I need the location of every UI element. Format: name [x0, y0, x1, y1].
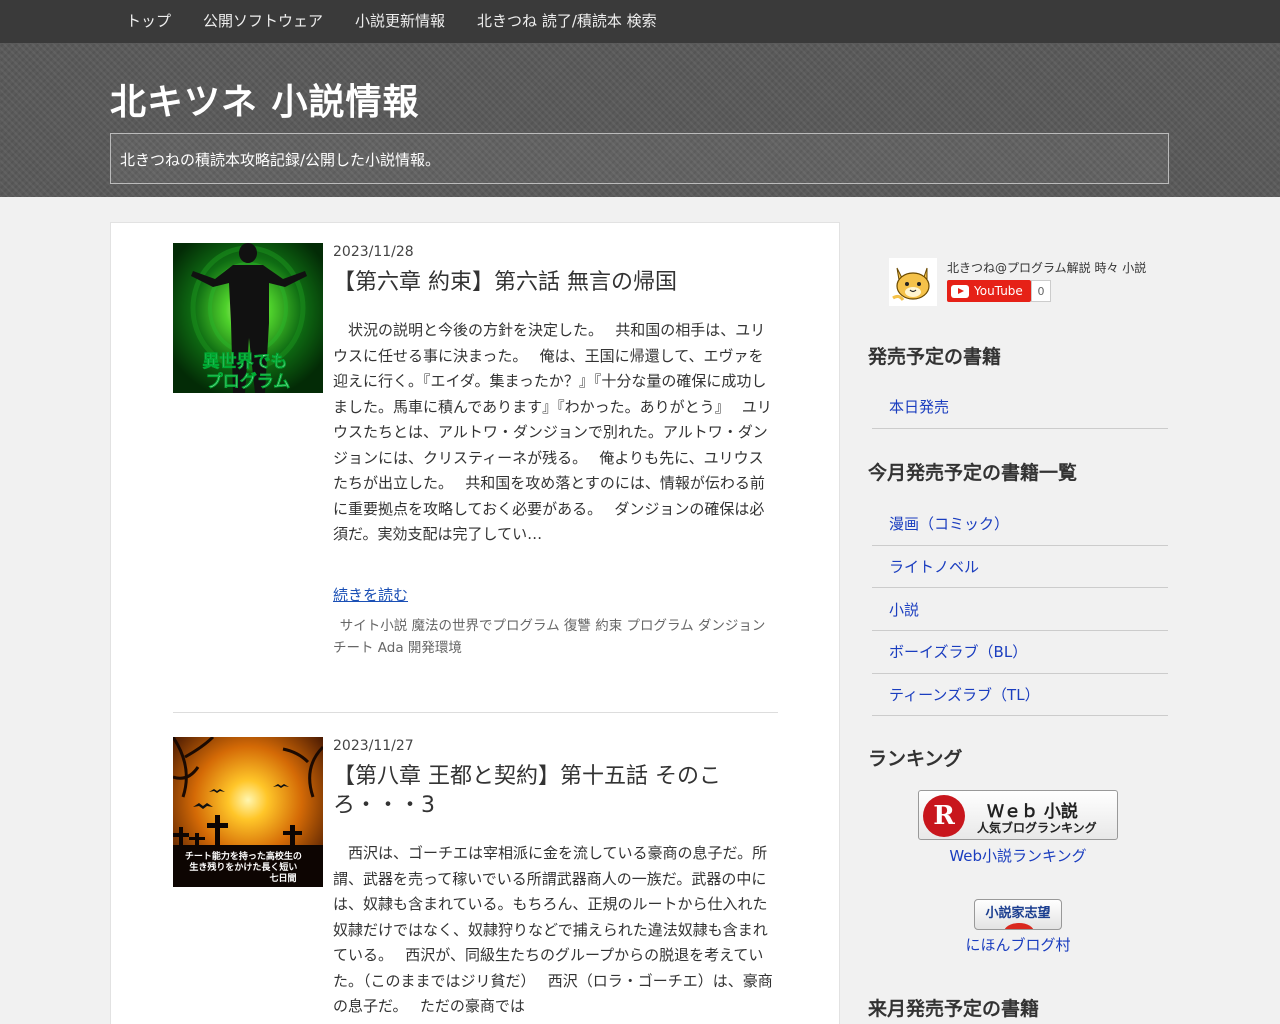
thumb-caption: 異世界でも プログラム [203, 352, 294, 392]
read-more-link[interactable]: 続きを読む [333, 584, 408, 605]
widget-title-ranking: ランキング [868, 748, 963, 770]
this-month-books-list: 漫画（コミック） ライトノベル 小説 ボーイズラブ（BL） ティーンズラブ（TL… [872, 503, 1168, 717]
widget-title-next-month: 来月発売予定の書籍 [868, 998, 1040, 1020]
list-item: 本日発売 [872, 386, 1168, 429]
nihon-blog-mura-link[interactable]: にほんブログ村 [868, 934, 1168, 955]
post-thumbnail[interactable]: チート能力を持った高校生の 生き残りをかけた長く短い 七日間 [173, 737, 323, 887]
link-today-release[interactable]: 本日発売 [889, 396, 949, 417]
nav-item-book-search[interactable]: 北きつね 読了/積読本 検索 [461, 0, 673, 43]
link-manga[interactable]: 漫画（コミック） [889, 513, 1009, 534]
youtube-subscribe-widget: 北きつね@プログラム解説 時々 小説 YouTube 0 [889, 258, 1169, 308]
channel-avatar[interactable] [889, 258, 937, 306]
top-nav: トップ 公開ソフトウェア 小説更新情報 北きつね 読了/積読本 検索 [0, 0, 1280, 43]
widget-title-upcoming: 発売予定の書籍 [868, 346, 1002, 368]
graveyard-image: チート能力を持った高校生の 生き残りをかけた長く短い 七日間 [173, 737, 323, 887]
web-novel-ranking-link[interactable]: Web小説ランキング [868, 845, 1168, 866]
nav-item-novel-updates[interactable]: 小説更新情報 [339, 0, 461, 43]
upcoming-books-list: 本日発売 [872, 386, 1168, 429]
link-boys-love[interactable]: ボーイズラブ（BL） [889, 641, 1027, 662]
list-item: ライトノベル [872, 546, 1168, 589]
blog-ranking-banner[interactable]: R Ｗｅｂ 小説 人気ブログランキング [918, 790, 1118, 840]
site-tagline: 北きつねの積読本攻略記録/公開した小説情報。 [110, 133, 1169, 184]
youtube-play-icon [951, 284, 969, 298]
post-thumbnail[interactable]: 異世界でも プログラム [173, 243, 323, 393]
subscriber-count: 0 [1031, 280, 1051, 302]
list-item: 小説 [872, 588, 1168, 632]
widget-title-this-month: 今月発売予定の書籍一覧 [868, 462, 1078, 484]
post-title[interactable]: 【第八章 王都と契約】第十五話 そのころ・・・3 [333, 762, 778, 820]
youtube-button-label: YouTube [974, 284, 1023, 298]
list-item: ティーンズラブ（TL） [872, 674, 1168, 717]
post-excerpt: 西沢は、ゴーチエは宰相派に金を流している豪商の息子だ。所謂、武器を売って稼いでい… [333, 844, 773, 1015]
nav-item-software[interactable]: 公開ソフトウェア [187, 0, 339, 43]
channel-name[interactable]: 北きつね@プログラム解説 時々 小説 [947, 259, 1146, 276]
post-divider [173, 712, 778, 713]
post-body: 2023/11/28 【第六章 約束】第六話 無言の帰国 状況の説明と今後の方針… [333, 243, 778, 659]
post-title[interactable]: 【第六章 約束】第六話 無言の帰国 [333, 268, 778, 297]
nihon-blog-mura-banner[interactable]: 小説家志望 [974, 899, 1062, 930]
list-item: 漫画（コミック） [872, 503, 1168, 546]
banner-sub-text: 人気ブログランキング [977, 821, 1097, 835]
post-tags[interactable]: サイト小説 魔法の世界でプログラム 復讐 約束 プログラム ダンジョン チート … [333, 615, 778, 659]
list-item: ボーイズラブ（BL） [872, 631, 1168, 674]
post-date: 2023/11/27 [333, 738, 414, 754]
post-date: 2023/11/28 [333, 244, 414, 260]
post-item: チート能力を持った高校生の 生き残りをかけた長く短い 七日間 2023/11/2… [173, 737, 778, 1024]
tunnel-silhouette-image: 異世界でも プログラム [173, 243, 323, 393]
link-teens-love[interactable]: ティーンズラブ（TL） [889, 684, 1040, 705]
link-light-novel[interactable]: ライトノベル [889, 556, 979, 577]
nav-item-top[interactable]: トップ [110, 0, 187, 43]
post-item: 異世界でも プログラム 2023/11/28 【第六章 約束】第六話 無言の帰国… [173, 243, 778, 713]
site-title[interactable]: 北キツネ 小説情報 [110, 73, 420, 125]
ranking-logo-icon: R [923, 795, 965, 837]
post-excerpt: 状況の説明と今後の方針を決定した。 共和国の相手は、ユリウスに任せる事に決まった… [333, 321, 772, 543]
tagline-text: 北きつねの積読本攻略記録/公開した小説情報。 [120, 151, 441, 169]
post-body: 2023/11/27 【第八章 王都と契約】第十五話 そのころ・・・3 西沢は、… [333, 737, 778, 1020]
mura-banner-text: 小説家志望 [985, 906, 1051, 921]
main-content: 異世界でも プログラム 2023/11/28 【第六章 約束】第六話 無言の帰国… [110, 222, 840, 1024]
youtube-subscribe-button[interactable]: YouTube [947, 280, 1031, 302]
site-header: 北キツネ 小説情報 北きつねの積読本攻略記録/公開した小説情報。 [0, 43, 1280, 197]
fox-mascot-icon [889, 258, 937, 306]
link-novel[interactable]: 小説 [889, 599, 919, 620]
